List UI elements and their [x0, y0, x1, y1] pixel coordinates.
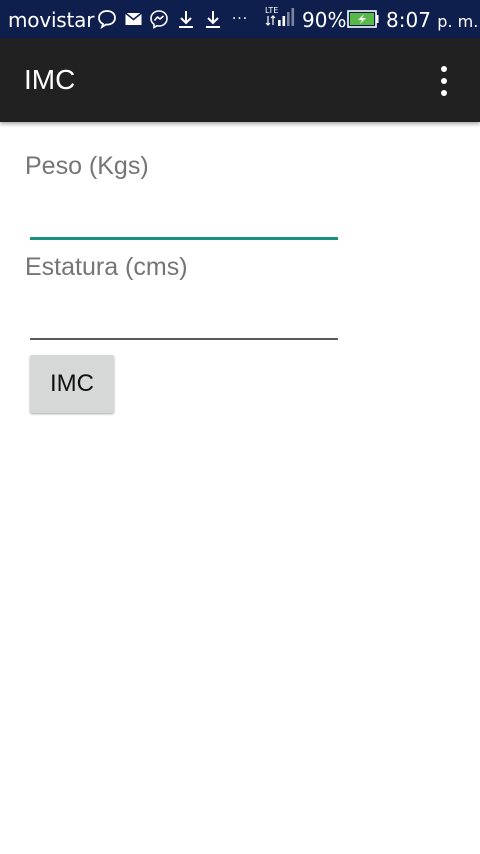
weight-label: Peso (Kgs) — [25, 152, 149, 180]
app-bar: IMC — [0, 38, 480, 122]
height-input-underline — [30, 338, 338, 340]
clock-time: 8:07 — [386, 8, 431, 32]
mail-icon — [124, 8, 142, 30]
clock-ampm: p. m. — [437, 12, 479, 31]
status-bar: movistar ··· LTE 90% 8:07 p. m. — [0, 0, 480, 38]
battery-percent: 90% — [302, 8, 347, 32]
download-icon — [203, 8, 223, 30]
download-icon — [176, 8, 196, 30]
weight-input-underline — [30, 237, 338, 240]
carrier-name: movistar — [8, 8, 95, 32]
more-vert-icon[interactable] — [430, 66, 458, 96]
weight-input[interactable] — [30, 200, 338, 236]
clock: 8:07 p. m. — [386, 8, 478, 32]
height-label: Estatura (cms) — [25, 253, 188, 281]
height-input[interactable] — [30, 300, 338, 336]
chat-bubble-icon — [96, 8, 118, 30]
imc-calculate-button[interactable]: IMC — [30, 355, 114, 413]
more-notifications-icon: ··· — [231, 11, 249, 27]
app-title: IMC — [24, 64, 76, 95]
messenger-icon — [148, 8, 170, 30]
network-type-label: LTE — [265, 6, 278, 15]
signal-icon: LTE — [264, 6, 298, 28]
battery-charging-icon — [346, 8, 380, 30]
